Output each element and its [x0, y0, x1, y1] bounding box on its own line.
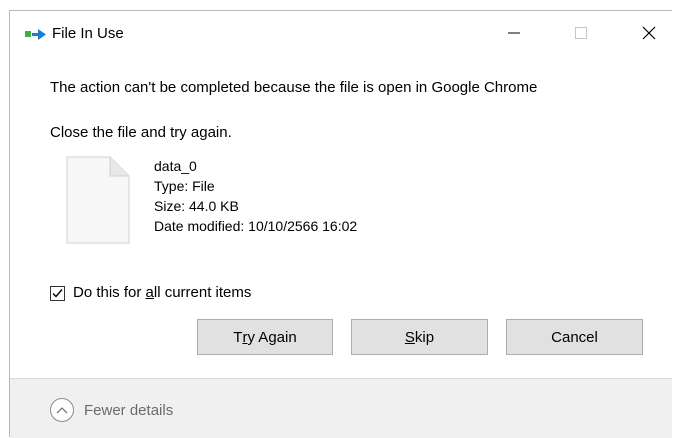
checkmark-icon [52, 288, 63, 298]
fewer-details-toggle[interactable]: Fewer details [50, 398, 173, 422]
apply-to-all-checkbox-row[interactable]: Do this for all current items [50, 283, 251, 303]
chevron-up-icon [56, 407, 68, 414]
skip-button[interactable]: Skip [351, 319, 488, 355]
blank-file-icon [66, 156, 130, 244]
file-in-use-dialog: File In Use The action can't be complete… [9, 10, 672, 438]
file-details: data_0 Type: File Size: 44.0 KB Date mod… [154, 156, 357, 236]
file-size: Size: 44.0 KB [154, 198, 239, 214]
file-date-modified: Date modified: 10/10/2566 16:02 [154, 218, 358, 234]
try-again-button[interactable]: Try Again [197, 319, 333, 355]
dialog-footer: Fewer details [10, 379, 672, 438]
close-button[interactable] [625, 11, 673, 55]
file-name: data_0 [154, 158, 197, 174]
fewer-details-label[interactable]: Fewer details [84, 402, 173, 419]
file-type: Type: File [154, 178, 215, 194]
title-bar[interactable]: File In Use [10, 11, 672, 55]
minimize-icon [508, 32, 520, 34]
maximize-button[interactable] [557, 11, 605, 55]
file-transfer-icon [25, 29, 46, 40]
close-icon [642, 26, 656, 40]
cancel-button[interactable]: Cancel [506, 319, 643, 355]
apply-to-all-checkbox[interactable] [50, 285, 65, 301]
maximize-icon [575, 27, 587, 39]
apply-to-all-label[interactable]: Do this for all current items [73, 283, 251, 303]
instruction-message: Close the file and try again. [50, 124, 232, 141]
error-message: The action can't be completed because th… [50, 79, 538, 96]
collapse-details-button[interactable] [50, 398, 74, 422]
minimize-button[interactable] [490, 11, 538, 55]
window-title: File In Use [52, 25, 124, 42]
